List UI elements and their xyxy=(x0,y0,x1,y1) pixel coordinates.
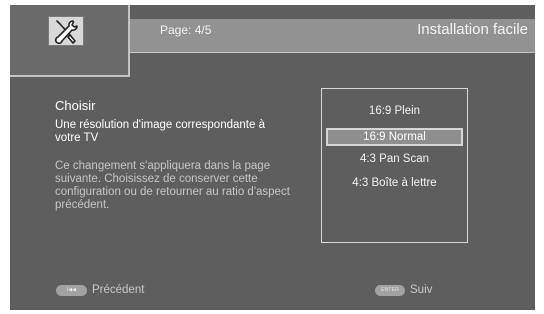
help-note: Ce changement s'appliquera dans la page … xyxy=(55,160,290,211)
option-16-9-normal[interactable]: 16:9 Normal xyxy=(326,128,463,146)
previous-label: Précédent xyxy=(92,284,145,296)
section-heading: Choisir xyxy=(55,98,96,113)
header-divider xyxy=(128,52,535,53)
logo-panel xyxy=(10,5,130,77)
wrench-screwdriver-icon xyxy=(48,16,84,46)
next-button[interactable]: ENTER Suiv xyxy=(375,284,432,296)
option-16-9-plein[interactable]: 16:9 Plein xyxy=(326,102,463,120)
previous-button[interactable]: I◀◀ Précédent xyxy=(56,284,144,296)
aspect-ratio-options: 16:9 Plein 16:9 Normal 4:3 Pan Scan 4:3 … xyxy=(321,88,468,243)
section-description: Une résolution d'image correspondante à … xyxy=(55,119,265,144)
skip-back-key-icon: I◀◀ xyxy=(56,284,87,296)
screen-title: Installation facile xyxy=(417,21,528,38)
option-4-3-boite-a-lettre[interactable]: 4:3 Boîte à lettre xyxy=(326,174,463,192)
next-label: Suiv xyxy=(410,284,433,296)
enter-key-icon: ENTER xyxy=(375,284,405,296)
setup-screen: Page: 4/5 Installation facile Choisir Un… xyxy=(10,5,535,310)
page-indicator: Page: 4/5 xyxy=(160,23,212,37)
option-4-3-pan-scan[interactable]: 4:3 Pan Scan xyxy=(326,150,463,168)
